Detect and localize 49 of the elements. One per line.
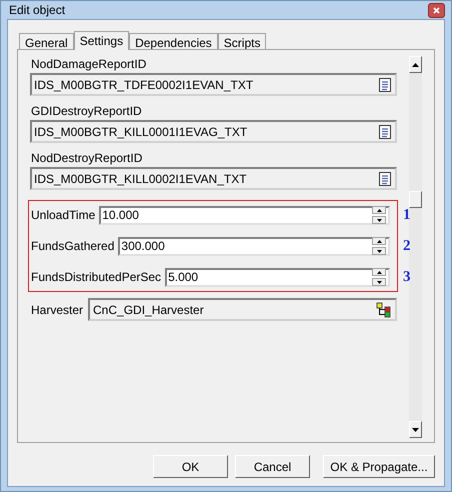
up-arrow-icon <box>412 62 419 66</box>
number-field[interactable]: 300.000 <box>118 236 390 256</box>
up-arrow-icon <box>376 208 382 212</box>
dialog-button[interactable]: OK <box>153 455 228 478</box>
spin-up-button[interactable] <box>372 268 386 276</box>
number-field[interactable]: 10.000 <box>99 206 390 224</box>
spin-up-button[interactable] <box>372 206 386 214</box>
spin-up-button[interactable] <box>372 237 386 245</box>
scroll-up-button[interactable] <box>409 56 422 73</box>
window-title: Edit object <box>8 2 66 19</box>
scrollbar[interactable] <box>409 56 422 438</box>
callout-number: 2 <box>403 236 410 256</box>
text-field[interactable]: IDS_M00BGTR_TDFE0002I1EVAN_TXT <box>30 73 397 96</box>
scroll-down-button[interactable] <box>409 421 422 438</box>
preset-field[interactable]: CnC_GDI_Harvester <box>88 298 397 321</box>
tab[interactable]: Dependencies <box>129 33 218 49</box>
down-arrow-icon <box>376 218 382 222</box>
document-icon[interactable] <box>378 124 392 140</box>
scroll-thumb[interactable] <box>409 191 422 208</box>
down-arrow-icon <box>412 428 419 432</box>
text-field[interactable]: IDS_M00BGTR_KILL0001I1EVAG_TXT <box>30 120 397 143</box>
up-arrow-icon <box>376 240 382 242</box>
spin-down-button[interactable] <box>372 247 386 255</box>
field-label: NodDestroyReportID <box>30 150 144 167</box>
document-icon[interactable] <box>378 76 392 92</box>
field-label: FundsGathered <box>31 238 114 255</box>
callout-number: 1 <box>403 206 410 225</box>
down-arrow-icon <box>376 250 382 252</box>
tree-icon[interactable] <box>376 302 392 318</box>
field-label: NodDamageReportID <box>30 56 148 73</box>
number-field[interactable]: 5.000 <box>165 268 390 286</box>
tab[interactable]: General <box>19 33 74 49</box>
field-label: GDIDestroyReportID <box>30 103 143 120</box>
dialog-button[interactable]: Cancel <box>235 455 310 478</box>
callout-number: 3 <box>403 268 410 287</box>
down-arrow-icon <box>376 280 382 284</box>
tab[interactable]: Settings <box>74 31 130 50</box>
spin-down-button[interactable] <box>372 216 386 224</box>
up-arrow-icon <box>376 270 382 274</box>
close-icon <box>433 6 440 14</box>
field-label: FundsDistributedPerSec <box>31 269 162 286</box>
spin-down-button[interactable] <box>372 278 386 286</box>
close-button[interactable] <box>428 2 445 18</box>
field-label: Harvester <box>31 302 84 318</box>
field-label: UnloadTime <box>31 207 96 224</box>
document-icon[interactable] <box>378 170 392 186</box>
tab[interactable]: Scripts <box>218 33 266 49</box>
text-field[interactable]: IDS_M00BGTR_KILL0002I1EVAN_TXT <box>30 167 397 190</box>
dialog-button[interactable]: OK & Propagate... <box>323 455 435 478</box>
